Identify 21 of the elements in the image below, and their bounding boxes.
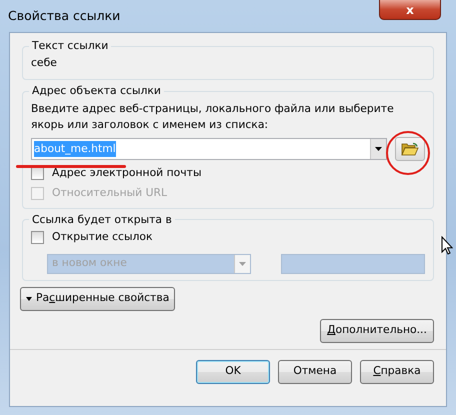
dialog-button[interactable]: Отмена [278, 360, 352, 384]
group-label: Адрес объекта ссылки [31, 86, 162, 97]
dialog-button[interactable]: Справка [360, 360, 434, 384]
cursor-icon [441, 236, 453, 255]
link-text-value: себе [31, 54, 58, 71]
open-file-button[interactable] [395, 137, 425, 162]
folder-icon [401, 142, 419, 156]
dialog-button[interactable]: OK [196, 360, 270, 384]
group-label: Текст ссылки [31, 41, 110, 52]
annotation-circle [386, 131, 430, 175]
hint-text: Введите адрес веб-страницы, локального файла или выберите якорь или заголовок с именем из списка: [31, 100, 395, 133]
close-button[interactable]: x [379, 0, 441, 20]
address-value: about_me.html [34, 141, 116, 158]
more-button[interactable]: Дополнительно... [320, 318, 434, 343]
checkbox[interactable] [31, 230, 44, 244]
checkbox-label[interactable]: Открытие ссылок [52, 229, 152, 246]
advanced-properties-button[interactable]: Расширенные свойства [20, 286, 176, 311]
window-title: Свойства ссылки [8, 6, 120, 25]
checkbox-label[interactable]: Адрес электронной почты [52, 165, 202, 182]
caret-icon [26, 296, 32, 301]
group-label: Ссылка будет открыта в [31, 214, 173, 226]
